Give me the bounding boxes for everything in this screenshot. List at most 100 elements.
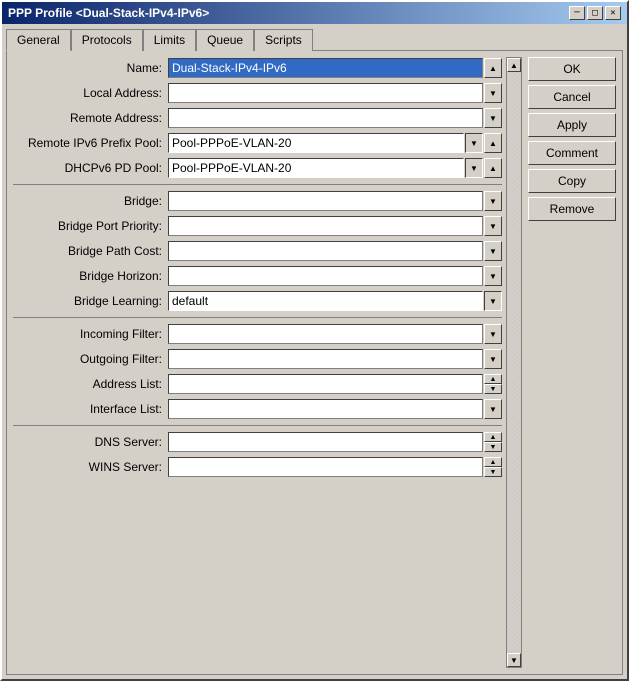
dns-server-wrap: ▲ ▼ — [168, 432, 502, 452]
cancel-button[interactable]: Cancel — [528, 85, 616, 109]
bridge-learning-row: Bridge Learning: default ▼ — [13, 290, 502, 312]
window-title: PPP Profile <Dual-Stack-IPv4-IPv6> — [8, 6, 209, 20]
outgoing-filter-row: Outgoing Filter: ▼ — [13, 348, 502, 370]
dhcpv6-pool-label: DHCPv6 PD Pool: — [13, 161, 168, 175]
local-address-row: Local Address: ▼ — [13, 82, 502, 104]
bridge-learning-value: default — [168, 291, 483, 311]
comment-button[interactable]: Comment — [528, 141, 616, 165]
name-up-btn[interactable]: ▲ — [484, 58, 502, 78]
wins-server-input[interactable] — [168, 457, 483, 477]
outgoing-filter-wrap: ▼ — [168, 349, 502, 369]
address-list-down[interactable]: ▼ — [484, 384, 502, 394]
address-list-row: Address List: ▲ ▼ — [13, 373, 502, 395]
remote-address-row: Remote Address: ▼ — [13, 107, 502, 129]
tab-protocols[interactable]: Protocols — [71, 29, 143, 51]
tab-queue[interactable]: Queue — [196, 29, 254, 51]
outgoing-filter-input[interactable] — [168, 349, 483, 369]
buttons-panel: OK Cancel Apply Comment Copy Remove — [528, 57, 616, 668]
ok-button[interactable]: OK — [528, 57, 616, 81]
remote-address-label: Remote Address: — [13, 111, 168, 125]
interface-list-label: Interface List: — [13, 402, 168, 416]
tab-general[interactable]: General — [6, 29, 71, 51]
tab-limits[interactable]: Limits — [143, 29, 196, 51]
content-area: Name: ▲ Local Address: ▼ — [6, 50, 623, 675]
title-bar: PPP Profile <Dual-Stack-IPv4-IPv6> ─ □ ✕ — [2, 2, 627, 24]
incoming-filter-wrap: ▼ — [168, 324, 502, 344]
wins-server-row: WINS Server: ▲ ▼ — [13, 456, 502, 478]
dns-server-row: DNS Server: ▲ ▼ — [13, 431, 502, 453]
remove-button[interactable]: Remove — [528, 197, 616, 221]
minimize-button[interactable]: ─ — [569, 6, 585, 20]
remote-ipv6-pool-dropdown[interactable]: ▼ — [465, 133, 483, 153]
bridge-horizon-dropdown[interactable]: ▼ — [484, 266, 502, 286]
title-bar-controls: ─ □ ✕ — [569, 6, 621, 20]
address-list-wrap: ▲ ▼ — [168, 374, 502, 394]
copy-button[interactable]: Copy — [528, 169, 616, 193]
bridge-horizon-wrap: ▼ — [168, 266, 502, 286]
form-scroll[interactable]: Name: ▲ Local Address: ▼ — [13, 57, 522, 668]
window-body: General Protocols Limits Queue Scripts N… — [2, 24, 627, 679]
name-input[interactable] — [168, 58, 483, 78]
dns-server-down[interactable]: ▼ — [484, 442, 502, 452]
incoming-filter-dropdown[interactable]: ▼ — [484, 324, 502, 344]
bridge-port-priority-dropdown[interactable]: ▼ — [484, 216, 502, 236]
remote-address-dropdown[interactable]: ▼ — [484, 108, 502, 128]
tab-scripts[interactable]: Scripts — [254, 29, 313, 51]
address-list-updown: ▲ ▼ — [484, 374, 502, 394]
bridge-port-priority-wrap: ▼ — [168, 216, 502, 236]
close-button[interactable]: ✕ — [605, 6, 621, 20]
interface-list-input[interactable] — [168, 399, 483, 419]
wins-server-down[interactable]: ▼ — [484, 467, 502, 477]
remote-ipv6-pool-value: Pool-PPPoE-VLAN-20 — [168, 133, 464, 153]
bridge-learning-label: Bridge Learning: — [13, 294, 168, 308]
bridge-dropdown[interactable]: ▼ — [484, 191, 502, 211]
wins-server-up[interactable]: ▲ — [484, 457, 502, 467]
dhcpv6-pool-up[interactable]: ▲ — [484, 158, 502, 178]
dns-server-up[interactable]: ▲ — [484, 432, 502, 442]
bridge-horizon-input[interactable] — [168, 266, 483, 286]
outgoing-filter-dropdown[interactable]: ▼ — [484, 349, 502, 369]
wins-server-updown: ▲ ▼ — [484, 457, 502, 477]
dhcpv6-pool-dropdown[interactable]: ▼ — [465, 158, 483, 178]
interface-list-row: Interface List: ▼ — [13, 398, 502, 420]
incoming-filter-label: Incoming Filter: — [13, 327, 168, 341]
vscroll-track[interactable] — [507, 72, 521, 653]
dns-server-updown: ▲ ▼ — [484, 432, 502, 452]
vscroll-down-btn[interactable]: ▼ — [507, 653, 521, 667]
dhcpv6-pool-value: Pool-PPPoE-VLAN-20 — [168, 158, 464, 178]
bridge-path-cost-input[interactable] — [168, 241, 483, 261]
address-list-input[interactable] — [168, 374, 483, 394]
main-window: PPP Profile <Dual-Stack-IPv4-IPv6> ─ □ ✕… — [0, 0, 629, 681]
bridge-port-priority-row: Bridge Port Priority: ▼ — [13, 215, 502, 237]
bridge-path-cost-dropdown[interactable]: ▼ — [484, 241, 502, 261]
local-address-wrap: ▼ — [168, 83, 502, 103]
remote-ipv6-pool-up[interactable]: ▲ — [484, 133, 502, 153]
name-input-wrap: ▲ — [168, 58, 502, 78]
bridge-path-cost-label: Bridge Path Cost: — [13, 244, 168, 258]
vscroll-up-btn[interactable]: ▲ — [507, 58, 521, 72]
remote-ipv6-pool-label: Remote IPv6 Prefix Pool: — [13, 136, 168, 150]
maximize-button[interactable]: □ — [587, 6, 603, 20]
name-label: Name: — [13, 61, 168, 75]
apply-button[interactable]: Apply — [528, 113, 616, 137]
dhcpv6-pool-row: DHCPv6 PD Pool: Pool-PPPoE-VLAN-20 ▼ ▲ — [13, 157, 502, 179]
interface-list-dropdown[interactable]: ▼ — [484, 399, 502, 419]
bridge-input[interactable] — [168, 191, 483, 211]
incoming-filter-input[interactable] — [168, 324, 483, 344]
bridge-path-cost-row: Bridge Path Cost: ▼ — [13, 240, 502, 262]
bridge-learning-wrap: default ▼ — [168, 291, 502, 311]
local-address-dropdown[interactable]: ▼ — [484, 83, 502, 103]
remote-address-input[interactable] — [168, 108, 483, 128]
bridge-row: Bridge: ▼ — [13, 190, 502, 212]
local-address-input[interactable] — [168, 83, 483, 103]
address-list-up[interactable]: ▲ — [484, 374, 502, 384]
bridge-port-priority-input[interactable] — [168, 216, 483, 236]
bridge-wrap: ▼ — [168, 191, 502, 211]
bridge-label: Bridge: — [13, 194, 168, 208]
tab-bar: General Protocols Limits Queue Scripts — [6, 28, 623, 50]
bridge-horizon-label: Bridge Horizon: — [13, 269, 168, 283]
bridge-path-cost-wrap: ▼ — [168, 241, 502, 261]
address-list-label: Address List: — [13, 377, 168, 391]
bridge-learning-dropdown[interactable]: ▼ — [484, 291, 502, 311]
dns-server-input[interactable] — [168, 432, 483, 452]
